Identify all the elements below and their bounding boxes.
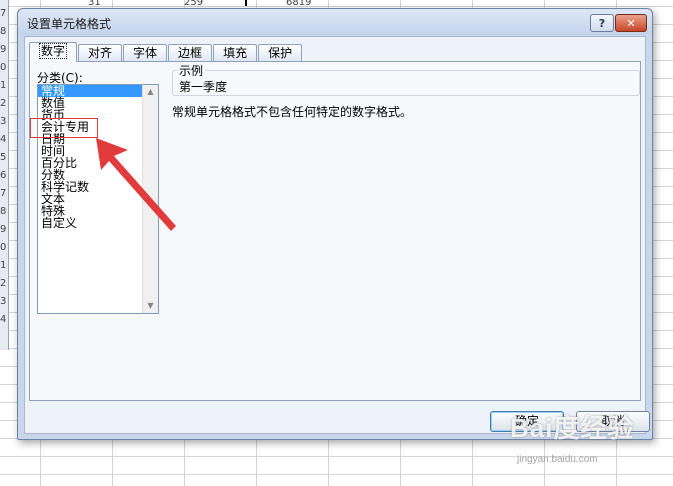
tab-border[interactable]: 边框 bbox=[168, 44, 213, 62]
row-number: 7 bbox=[0, 188, 7, 199]
format-description: 常规单元格格式不包含任何特定的数字格式。 bbox=[172, 105, 413, 119]
row-number: 9 bbox=[0, 44, 7, 55]
category-scrollbar[interactable]: ▲ ▼ bbox=[142, 85, 158, 313]
category-item[interactable]: 自定义 bbox=[38, 217, 143, 229]
row-number: 5 bbox=[0, 152, 7, 163]
row-number: 4 bbox=[0, 314, 7, 325]
category-items: 常规 数值 货币 会计专用 日期 时间 百分比 分数 科学记数 文本 特殊 自定义 bbox=[38, 85, 143, 229]
sample-value: 第一季度 bbox=[179, 80, 228, 94]
cell-selection-border bbox=[245, 0, 247, 6]
tab-strip: 数字 对齐 字体 边框 填充 保护 bbox=[29, 42, 303, 62]
row-number: 7 bbox=[0, 8, 7, 19]
row-number: 0 bbox=[0, 242, 7, 253]
row-number: 0 bbox=[0, 62, 7, 73]
close-button[interactable]: ✕ bbox=[615, 14, 647, 32]
cell-fragment: 259 bbox=[184, 0, 204, 6]
help-button[interactable]: ? bbox=[590, 14, 614, 32]
cell-fragment: 31 bbox=[88, 0, 101, 6]
watermark: Bai度经验 bbox=[510, 413, 635, 443]
sample-legend: 示例 bbox=[177, 62, 206, 79]
row-number: 6 bbox=[0, 170, 7, 181]
tab-label: 数字 bbox=[39, 43, 68, 59]
row-number: 3 bbox=[0, 116, 7, 127]
row-number: 4 bbox=[0, 134, 7, 145]
row-header-column: 7 8 9 0 1 2 3 4 5 6 7 8 9 0 1 2 3 4 bbox=[0, 0, 9, 350]
row-number: 3 bbox=[0, 296, 7, 307]
row-number: 8 bbox=[0, 26, 7, 37]
row-number: 8 bbox=[0, 206, 7, 217]
scroll-down-icon[interactable]: ▼ bbox=[143, 299, 158, 313]
dialog-title: 设置单元格格式 bbox=[27, 17, 112, 31]
tab-alignment[interactable]: 对齐 bbox=[78, 44, 123, 62]
category-list[interactable]: 常规 数值 货币 会计专用 日期 时间 百分比 分数 科学记数 文本 特殊 自定义 ▲ ▼ bbox=[37, 84, 159, 314]
tab-fill[interactable]: 填充 bbox=[213, 44, 258, 62]
tab-protection[interactable]: 保护 bbox=[258, 44, 303, 62]
row-number: 2 bbox=[0, 278, 7, 289]
cell-fragment: 6819 bbox=[286, 0, 312, 6]
format-cells-dialog: 设置单元格格式 ? ✕ 数字 对齐 字体 边框 填充 保护 分类(C): 常规数… bbox=[17, 8, 653, 440]
tab-number[interactable]: 数字 bbox=[29, 42, 78, 62]
close-icon: ✕ bbox=[626, 16, 636, 30]
row-number: 1 bbox=[0, 80, 7, 91]
row-number: 9 bbox=[0, 224, 7, 235]
tab-font[interactable]: 字体 bbox=[123, 44, 168, 62]
sample-group: 示例 第一季度 bbox=[172, 62, 640, 96]
row-number: 2 bbox=[0, 98, 7, 109]
number-tab-panel: 分类(C): 常规 数值 货币 会计专用 日期 时间 百分比 分数 科学记数 文本 特殊 自定义 ▲ … bbox=[29, 61, 641, 401]
row-number: 1 bbox=[0, 260, 7, 271]
dialog-titlebar[interactable]: 设置单元格格式 ? ✕ bbox=[18, 9, 652, 35]
scroll-up-icon[interactable]: ▲ bbox=[143, 85, 158, 99]
dialog-content: 数字 对齐 字体 边框 填充 保护 分类(C): 常规 数值 货币 会计专用 日期 时间百… bbox=[24, 36, 650, 434]
watermark-url: jingyan.baidu.com bbox=[517, 454, 598, 465]
